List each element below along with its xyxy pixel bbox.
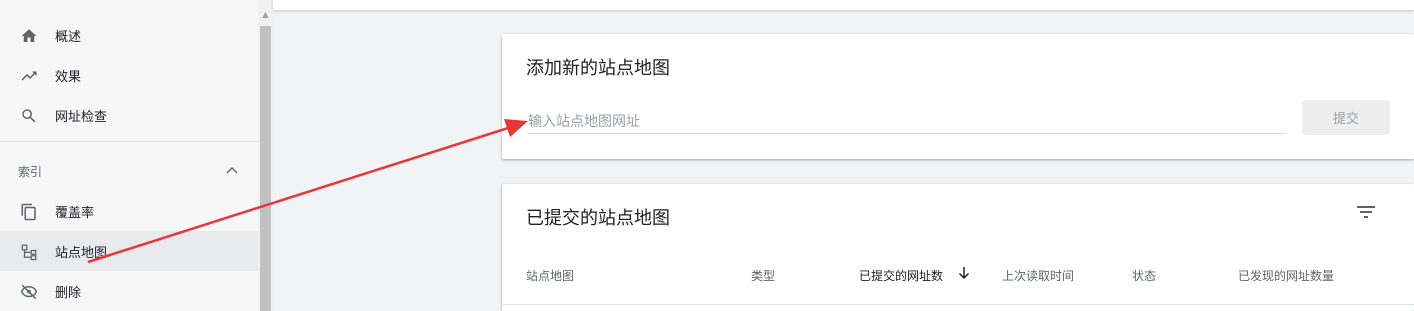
table-header-divider — [502, 304, 1414, 305]
sitemap-icon — [21, 244, 37, 261]
sidebar-item-label: 效果 — [55, 69, 82, 85]
section-header-index[interactable]: 索引 — [18, 163, 42, 180]
column-header-discovered-urls[interactable]: 已发现的网址数量 — [1238, 267, 1334, 284]
sitemap-url-input[interactable] — [528, 111, 1286, 134]
submitted-sitemaps-title: 已提交的站点地图 — [526, 208, 670, 229]
copy-pages-icon — [21, 203, 36, 221]
sidebar-item-label: 覆盖率 — [55, 205, 95, 221]
sidebar-item-url-inspection[interactable]: 网址检查 — [0, 95, 258, 135]
eye-off-icon — [20, 284, 38, 300]
column-header-submitted-urls[interactable]: 已提交的网址数 — [859, 267, 943, 284]
filter-icon[interactable] — [1356, 205, 1376, 219]
add-sitemap-title: 添加新的站点地图 — [526, 58, 670, 79]
sidebar-item-removals[interactable]: 删除 — [0, 271, 258, 311]
sidebar-item-label: 站点地图 — [55, 245, 108, 261]
submit-button[interactable]: 提交 — [1302, 100, 1390, 135]
sidebar-item-sitemaps[interactable]: 站点地图 — [0, 231, 258, 271]
arrow-down-icon[interactable] — [958, 266, 970, 280]
column-header-type[interactable]: 类型 — [751, 267, 775, 284]
chevron-up-icon[interactable] — [226, 165, 238, 175]
scroll-up-arrow-icon[interactable]: ▲ — [258, 8, 273, 22]
sidebar-item-performance[interactable]: 效果 — [0, 55, 258, 95]
submitted-sitemaps-card: 已提交的站点地图 — [502, 184, 1414, 311]
search-icon — [22, 109, 36, 123]
home-icon — [21, 29, 37, 42]
sidebar-item-label: 概述 — [55, 29, 82, 45]
sidebar: 概述 效果 网址检查 索引 覆盖率 站点地图 删除 — [0, 0, 258, 311]
sidebar-item-label: 删除 — [55, 285, 82, 301]
column-header-last-read[interactable]: 上次读取时间 — [1002, 267, 1074, 284]
column-header-status[interactable]: 状态 — [1132, 267, 1156, 284]
sidebar-divider — [0, 141, 258, 142]
trending-up-icon — [21, 71, 37, 81]
column-header-sitemap[interactable]: 站点地图 — [526, 267, 574, 284]
sidebar-scrollbar-thumb[interactable] — [260, 26, 271, 311]
sidebar-item-coverage[interactable]: 覆盖率 — [0, 191, 258, 231]
add-sitemap-card: 添加新的站点地图 — [502, 34, 1414, 159]
sidebar-item-overview[interactable]: 概述 — [0, 15, 258, 55]
top-app-bar — [273, 0, 1414, 10]
sidebar-item-label: 网址检查 — [55, 109, 108, 125]
